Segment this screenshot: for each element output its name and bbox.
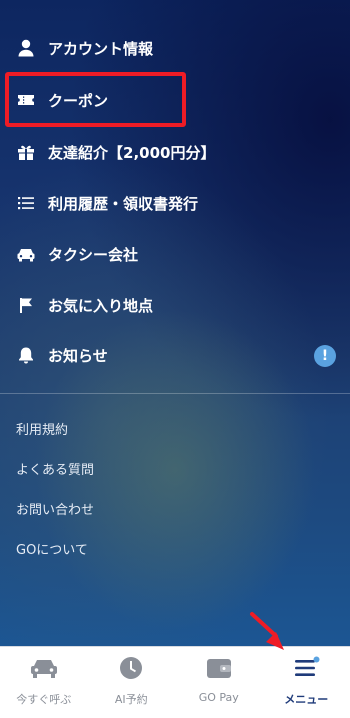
link-about-go[interactable]: GOについて bbox=[16, 539, 88, 558]
link-contact[interactable]: お問い合わせ bbox=[16, 499, 94, 518]
bell-icon bbox=[16, 345, 36, 365]
gift-icon bbox=[16, 142, 36, 162]
menu-item-favorites[interactable]: お気に入り地点 bbox=[0, 283, 350, 327]
menu-item-taxi-company[interactable]: タクシー会社 bbox=[0, 232, 350, 276]
menu-item-referral[interactable]: 友達紹介【2,000円分】 bbox=[0, 130, 350, 174]
tab-call-now[interactable]: 今すぐ呼ぶ bbox=[0, 647, 88, 718]
menu-screen: アカウント情報 クーポン 友達紹介【2,000円分】 利用履歴・領収書発行 タク… bbox=[0, 0, 350, 646]
menu-item-label: タクシー会社 bbox=[48, 245, 139, 264]
alert-badge: ! bbox=[314, 345, 336, 367]
tab-label: 今すぐ呼ぶ bbox=[16, 693, 72, 706]
menu-item-label: アカウント情報 bbox=[48, 39, 154, 58]
clock-icon bbox=[116, 655, 146, 681]
taxi-car-icon bbox=[16, 244, 36, 264]
link-faq[interactable]: よくある質問 bbox=[16, 459, 94, 478]
divider bbox=[0, 393, 350, 394]
tab-label: メニュー bbox=[284, 693, 329, 706]
tab-ai-reservation[interactable]: AI予約 bbox=[88, 647, 176, 718]
coupon-highlight-box bbox=[5, 72, 186, 127]
tab-label: AI予約 bbox=[114, 693, 148, 706]
wallet-icon bbox=[204, 655, 234, 681]
menu-item-history[interactable]: 利用履歴・領収書発行 bbox=[0, 181, 350, 225]
menu-item-notifications[interactable]: お知らせ ! bbox=[0, 333, 350, 377]
link-terms[interactable]: 利用規約 bbox=[16, 419, 68, 438]
pointer-arrow-icon bbox=[250, 612, 284, 650]
menu-item-label: 利用履歴・領収書発行 bbox=[48, 194, 199, 213]
menu-item-label: お気に入り地点 bbox=[48, 296, 154, 315]
car-icon bbox=[29, 655, 59, 681]
flag-icon bbox=[16, 295, 36, 315]
person-icon bbox=[16, 38, 36, 58]
menu-item-account[interactable]: アカウント情報 bbox=[0, 26, 350, 70]
list-icon bbox=[16, 193, 36, 213]
menu-item-label: お知らせ bbox=[48, 346, 108, 365]
menu-item-label: 友達紹介【2,000円分】 bbox=[48, 143, 216, 162]
tab-label: GO Pay bbox=[198, 691, 239, 704]
tab-bar: 今すぐ呼ぶ AI予約 GO Pay メニュー bbox=[0, 646, 350, 718]
